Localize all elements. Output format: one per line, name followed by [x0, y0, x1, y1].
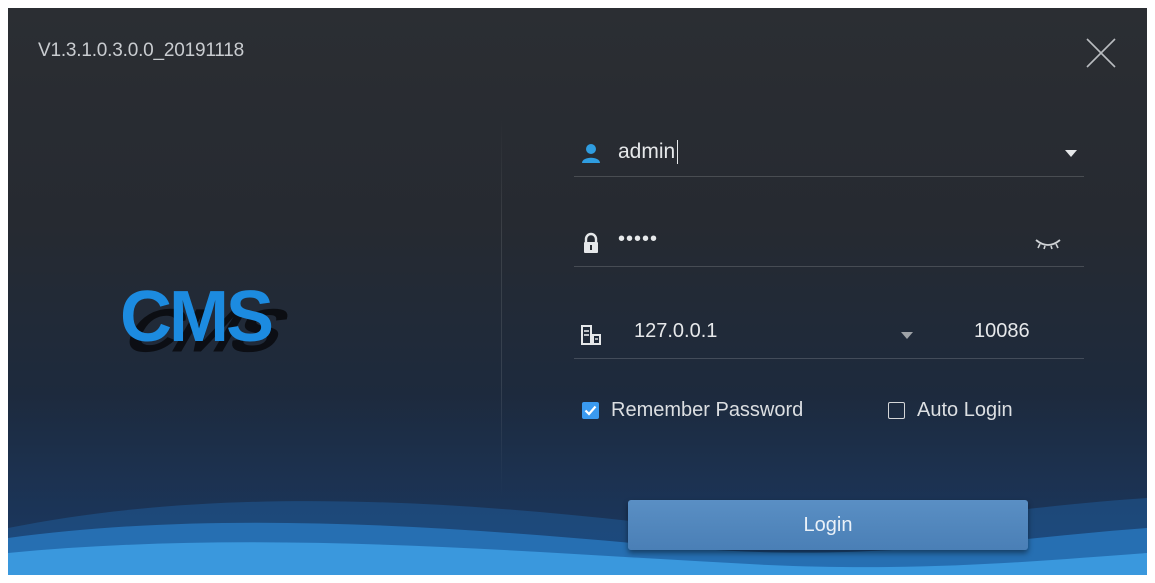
server-address-input[interactable]: 127.0.0.1 — [634, 320, 717, 343]
port-input[interactable]: 10086 — [974, 320, 1030, 343]
panel-divider — [501, 118, 502, 498]
login-button[interactable]: Login — [628, 500, 1028, 550]
remember-password-checkbox[interactable] — [582, 401, 599, 419]
auto-login-option[interactable]: Auto Login — [888, 396, 1013, 424]
eye-closed-icon[interactable] — [1034, 236, 1062, 250]
remember-password-label: Remember Password — [611, 398, 804, 421]
username-field[interactable]: admin — [574, 128, 1084, 177]
server-icon — [581, 325, 601, 345]
auto-login-label: Auto Login — [917, 398, 1013, 421]
remember-password-option[interactable]: Remember Password — [582, 396, 803, 424]
password-input[interactable]: ••••• — [618, 228, 658, 251]
server-field[interactable]: 127.0.0.1 10086 — [574, 310, 1084, 359]
login-window: V1.3.1.0.3.0.0_20191118 CMS CMS admin ••… — [8, 8, 1147, 575]
username-input[interactable]: admin — [618, 140, 679, 164]
close-button[interactable] — [1084, 36, 1118, 70]
cms-logo: CMS CMS — [110, 276, 360, 366]
user-icon — [582, 144, 600, 163]
lock-icon — [584, 232, 598, 253]
auto-login-checkbox[interactable] — [888, 401, 905, 419]
password-field[interactable]: ••••• — [574, 218, 1084, 267]
chevron-down-icon[interactable] — [1064, 148, 1078, 158]
close-icon — [1086, 38, 1116, 68]
version-label: V1.3.1.0.3.0.0_20191118 — [38, 40, 244, 61]
chevron-down-icon[interactable] — [900, 330, 914, 340]
checkmark-icon — [584, 405, 597, 416]
logo-text: CMS — [120, 277, 274, 357]
